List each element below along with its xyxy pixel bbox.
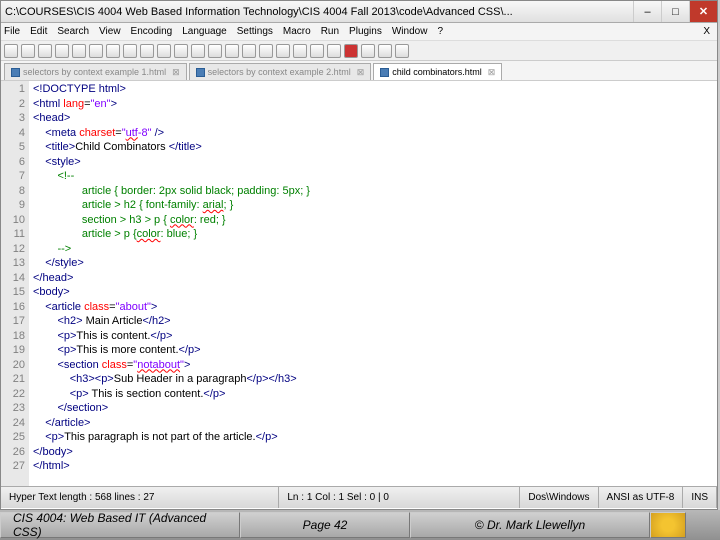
menu-run[interactable]: Run — [321, 26, 339, 37]
tab-2[interactable]: selectors by context example 2.html ⊠ — [189, 63, 372, 80]
ucf-logo-icon — [650, 512, 686, 538]
redo-icon[interactable] — [174, 44, 188, 58]
fold-icon[interactable] — [310, 44, 324, 58]
copy-icon[interactable] — [123, 44, 137, 58]
tab-2-label: selectors by context example 2.html — [208, 67, 351, 77]
editor-window: C:\COURSES\CIS 4004 Web Based Informatio… — [0, 0, 718, 510]
menu-help[interactable]: ? — [437, 26, 443, 37]
print-icon[interactable] — [89, 44, 103, 58]
stop-icon[interactable] — [378, 44, 392, 58]
wrap-icon[interactable] — [259, 44, 273, 58]
menu-encoding[interactable]: Encoding — [131, 26, 173, 37]
tab-3[interactable]: child combinators.html ⊠ — [373, 63, 502, 80]
tab-1[interactable]: selectors by context example 1.html ⊠ — [4, 63, 187, 80]
menu-settings[interactable]: Settings — [237, 26, 273, 37]
status-mode[interactable]: INS — [683, 487, 717, 508]
tab-3-label: child combinators.html — [392, 67, 482, 77]
undo-icon[interactable] — [157, 44, 171, 58]
menu-plugins[interactable]: Plugins — [349, 26, 382, 37]
zoom-out-icon[interactable] — [242, 44, 256, 58]
find-icon[interactable] — [191, 44, 205, 58]
tab-close-icon[interactable]: ⊠ — [357, 67, 365, 78]
cut-icon[interactable] — [106, 44, 120, 58]
slide-footer: CIS 4004: Web Based IT (Advanced CSS) Pa… — [0, 510, 720, 540]
paste-icon[interactable] — [140, 44, 154, 58]
footer-page: Page 42 — [240, 512, 410, 538]
close-icon[interactable] — [72, 44, 86, 58]
menu-file[interactable]: File — [4, 26, 20, 37]
menu-x[interactable]: X — [703, 26, 710, 37]
titlebar[interactable]: C:\COURSES\CIS 4004 Web Based Informatio… — [1, 1, 717, 23]
title-path: C:\COURSES\CIS 4004 Web Based Informatio… — [5, 6, 633, 18]
zoom-in-icon[interactable] — [225, 44, 239, 58]
menu-window[interactable]: Window — [392, 26, 428, 37]
tabbar: selectors by context example 1.html ⊠ sel… — [1, 61, 717, 81]
statusbar: Hyper Text length : 568 lines : 27 Ln : … — [1, 486, 717, 508]
maximize-button[interactable]: □ — [661, 1, 689, 22]
footer-course: CIS 4004: Web Based IT (Advanced CSS) — [0, 512, 240, 538]
indent-icon[interactable] — [293, 44, 307, 58]
macro-icon[interactable] — [395, 44, 409, 58]
play-icon[interactable] — [361, 44, 375, 58]
tab-1-label: selectors by context example 1.html — [23, 67, 166, 77]
chars-icon[interactable] — [276, 44, 290, 58]
tab-close-icon[interactable]: ⊠ — [488, 67, 496, 78]
status-length: Hyper Text length : 568 lines : 27 — [1, 487, 279, 508]
line-gutter: 1234567891011121314151617181920212223242… — [1, 81, 29, 486]
saveall-icon[interactable] — [55, 44, 69, 58]
toolbar — [1, 41, 717, 61]
menu-view[interactable]: View — [99, 26, 121, 37]
unfold-icon[interactable] — [327, 44, 341, 58]
new-icon[interactable] — [4, 44, 18, 58]
code-content[interactable]: <!DOCTYPE html><html lang="en"><head> <m… — [29, 81, 717, 486]
file-icon — [196, 68, 205, 77]
save-icon[interactable] — [38, 44, 52, 58]
open-icon[interactable] — [21, 44, 35, 58]
replace-icon[interactable] — [208, 44, 222, 58]
record-icon[interactable] — [344, 44, 358, 58]
menu-edit[interactable]: Edit — [30, 26, 47, 37]
close-button[interactable]: ✕ — [689, 1, 717, 22]
file-icon — [380, 68, 389, 77]
status-encoding[interactable]: ANSI as UTF-8 — [599, 487, 684, 508]
status-eol[interactable]: Dos\Windows — [520, 487, 598, 508]
menubar: File Edit Search View Encoding Language … — [1, 23, 717, 41]
file-icon — [11, 68, 20, 77]
menu-macro[interactable]: Macro — [283, 26, 311, 37]
status-position: Ln : 1 Col : 1 Sel : 0 | 0 — [279, 487, 520, 508]
menu-language[interactable]: Language — [182, 26, 227, 37]
footer-author: © Dr. Mark Llewellyn — [410, 512, 650, 538]
editor-area[interactable]: 1234567891011121314151617181920212223242… — [1, 81, 717, 486]
minimize-button[interactable]: – — [633, 1, 661, 22]
tab-close-icon[interactable]: ⊠ — [172, 67, 180, 78]
menu-search[interactable]: Search — [57, 26, 89, 37]
